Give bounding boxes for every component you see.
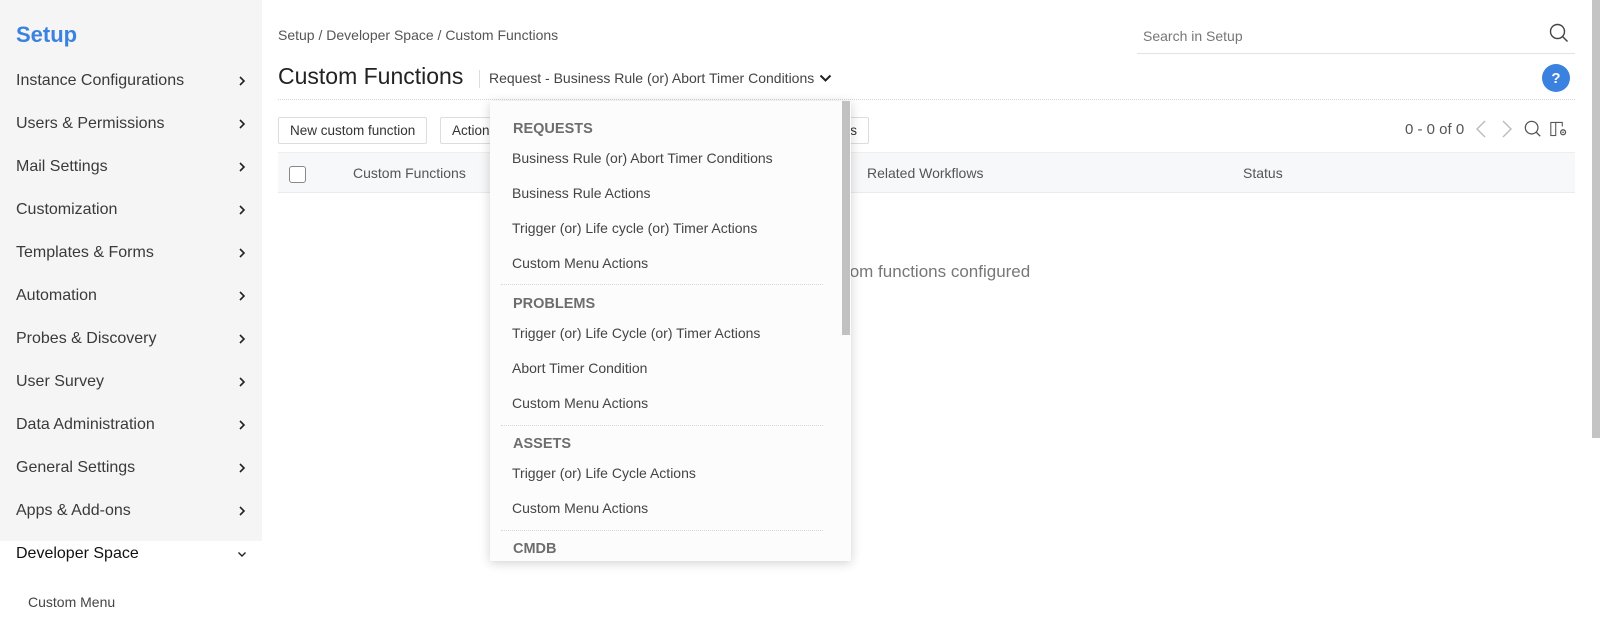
chevron-right-icon — [236, 505, 248, 517]
sidebar-item-label: Automation — [16, 287, 97, 304]
empty-state-message: tom functions configured — [845, 262, 1031, 281]
sidebar-item-label: Instance Configurations — [16, 72, 185, 89]
dropdown-item[interactable]: Abort Timer Condition — [512, 360, 647, 376]
sidebar-subitem-custom-menu[interactable]: Custom Menu — [28, 594, 115, 610]
sidebar-item-developer-space[interactable]: Developer Space — [0, 534, 262, 574]
sidebar-item-label: Mail Settings — [16, 158, 108, 175]
setup-search — [1137, 18, 1575, 54]
sidebar-item-data-administration[interactable]: Data Administration — [0, 405, 262, 445]
dropdown-item[interactable]: Trigger (or) Life Cycle Actions — [512, 465, 696, 481]
dropdown-item[interactable]: Business Rule (or) Abort Timer Condition… — [512, 150, 773, 166]
chevron-right-icon — [236, 462, 248, 474]
page-title: Custom Functions — [278, 63, 464, 89]
sidebar-item-templates-forms[interactable]: Templates & Forms — [0, 233, 262, 273]
pagination-range: 0 - 0 of 0 — [1405, 120, 1465, 138]
sidebar-item-apps-addons[interactable]: Apps & Add-ons — [0, 491, 262, 531]
sidebar-item-user-survey[interactable]: User Survey — [0, 362, 262, 402]
chevron-right-icon — [236, 290, 248, 302]
sidebar-item-general-settings[interactable]: General Settings — [0, 448, 262, 488]
title-separator — [479, 70, 480, 88]
new-custom-function-button[interactable]: New custom function — [278, 117, 428, 144]
select-all-checkbox[interactable] — [289, 166, 306, 183]
dropdown-item[interactable]: Custom Menu Actions — [512, 500, 648, 516]
breadcrumb: Setup / Developer Space / Custom Functio… — [278, 27, 559, 43]
chevron-right-icon — [236, 247, 248, 259]
sidebar-item-label: User Survey — [16, 373, 105, 390]
column-settings-icon[interactable] — [1550, 120, 1568, 138]
chevron-right-icon — [236, 333, 248, 345]
sidebar-item-label: Data Administration — [16, 416, 155, 433]
previous-page-icon[interactable] — [1472, 120, 1490, 138]
table-header: Custom Functions Related Workflows Statu… — [278, 152, 1575, 193]
sidebar-item-customization[interactable]: Customization — [0, 190, 262, 230]
sidebar-item-label: Templates & Forms — [16, 244, 154, 261]
function-type-selector[interactable]: Request - Business Rule (or) Abort Timer… — [489, 70, 832, 86]
dropdown-group-problems: PROBLEMS — [513, 296, 596, 312]
next-page-icon[interactable] — [1498, 120, 1516, 138]
dropdown-scrollbar[interactable] — [842, 101, 850, 335]
sidebar-item-label: Probes & Discovery — [16, 330, 157, 347]
column-header-related-workflows[interactable]: Related Workflows — [867, 165, 983, 181]
sidebar-item-instance-configurations[interactable]: Instance Configurations — [0, 61, 262, 101]
sidebar-item-label: General Settings — [16, 459, 136, 476]
dropdown-group-requests: REQUESTS — [513, 121, 593, 137]
dropdown-item[interactable]: Custom Menu Actions — [512, 255, 648, 271]
chevron-right-icon — [236, 204, 248, 216]
chevron-right-icon — [236, 75, 248, 87]
dropdown-item[interactable]: Trigger (or) Life cycle (or) Timer Actio… — [512, 220, 757, 236]
chevron-right-icon — [236, 376, 248, 388]
dropdown-item[interactable]: Business Rule Actions — [512, 185, 651, 201]
header-divider — [278, 99, 1575, 100]
column-header-custom-functions[interactable]: Custom Functions — [353, 165, 466, 181]
chevron-down-icon — [236, 548, 248, 560]
dropdown-group-cmdb: CMDB — [513, 541, 557, 557]
dropdown-item[interactable]: Custom Menu Actions — [512, 395, 648, 411]
sidebar-item-automation[interactable]: Automation — [0, 276, 262, 316]
search-icon[interactable] — [1549, 23, 1569, 48]
pagination: 0 - 0 of 0 — [1405, 120, 1568, 138]
dropdown-item[interactable]: Trigger (or) Life Cycle (or) Timer Actio… — [512, 325, 760, 341]
sidebar-item-label: Developer Space — [16, 545, 139, 562]
column-header-status[interactable]: Status — [1243, 165, 1283, 181]
help-button[interactable]: ? — [1542, 64, 1570, 92]
dropdown-divider — [501, 425, 823, 426]
sidebar-title: Setup — [16, 22, 78, 47]
sidebar-item-users-permissions[interactable]: Users & Permissions — [0, 104, 262, 144]
sidebar: Setup Instance Configurations Users & Pe… — [0, 0, 262, 620]
sidebar-item-probes-discovery[interactable]: Probes & Discovery — [0, 319, 262, 359]
chevron-right-icon — [236, 161, 248, 173]
chevron-down-icon — [819, 70, 832, 86]
function-type-dropdown: REQUESTS Business Rule (or) Abort Timer … — [490, 101, 851, 561]
sidebar-item-label: Customization — [16, 201, 118, 218]
search-input[interactable] — [1143, 27, 1503, 44]
sidebar-item-label: Apps & Add-ons — [16, 502, 131, 519]
button-label: s — [850, 123, 857, 138]
dropdown-group-assets: ASSETS — [513, 436, 572, 452]
sidebar-item-mail-settings[interactable]: Mail Settings — [0, 147, 262, 187]
dropdown-divider — [501, 284, 823, 285]
chevron-right-icon — [236, 419, 248, 431]
table-search-icon[interactable] — [1524, 120, 1542, 138]
dropdown-divider — [501, 530, 823, 531]
chevron-right-icon — [236, 118, 248, 130]
selected-function-type: Request - Business Rule (or) Abort Timer… — [489, 70, 815, 86]
sidebar-item-label: Users & Permissions — [16, 115, 165, 132]
page-scrollbar[interactable] — [1592, 0, 1600, 438]
